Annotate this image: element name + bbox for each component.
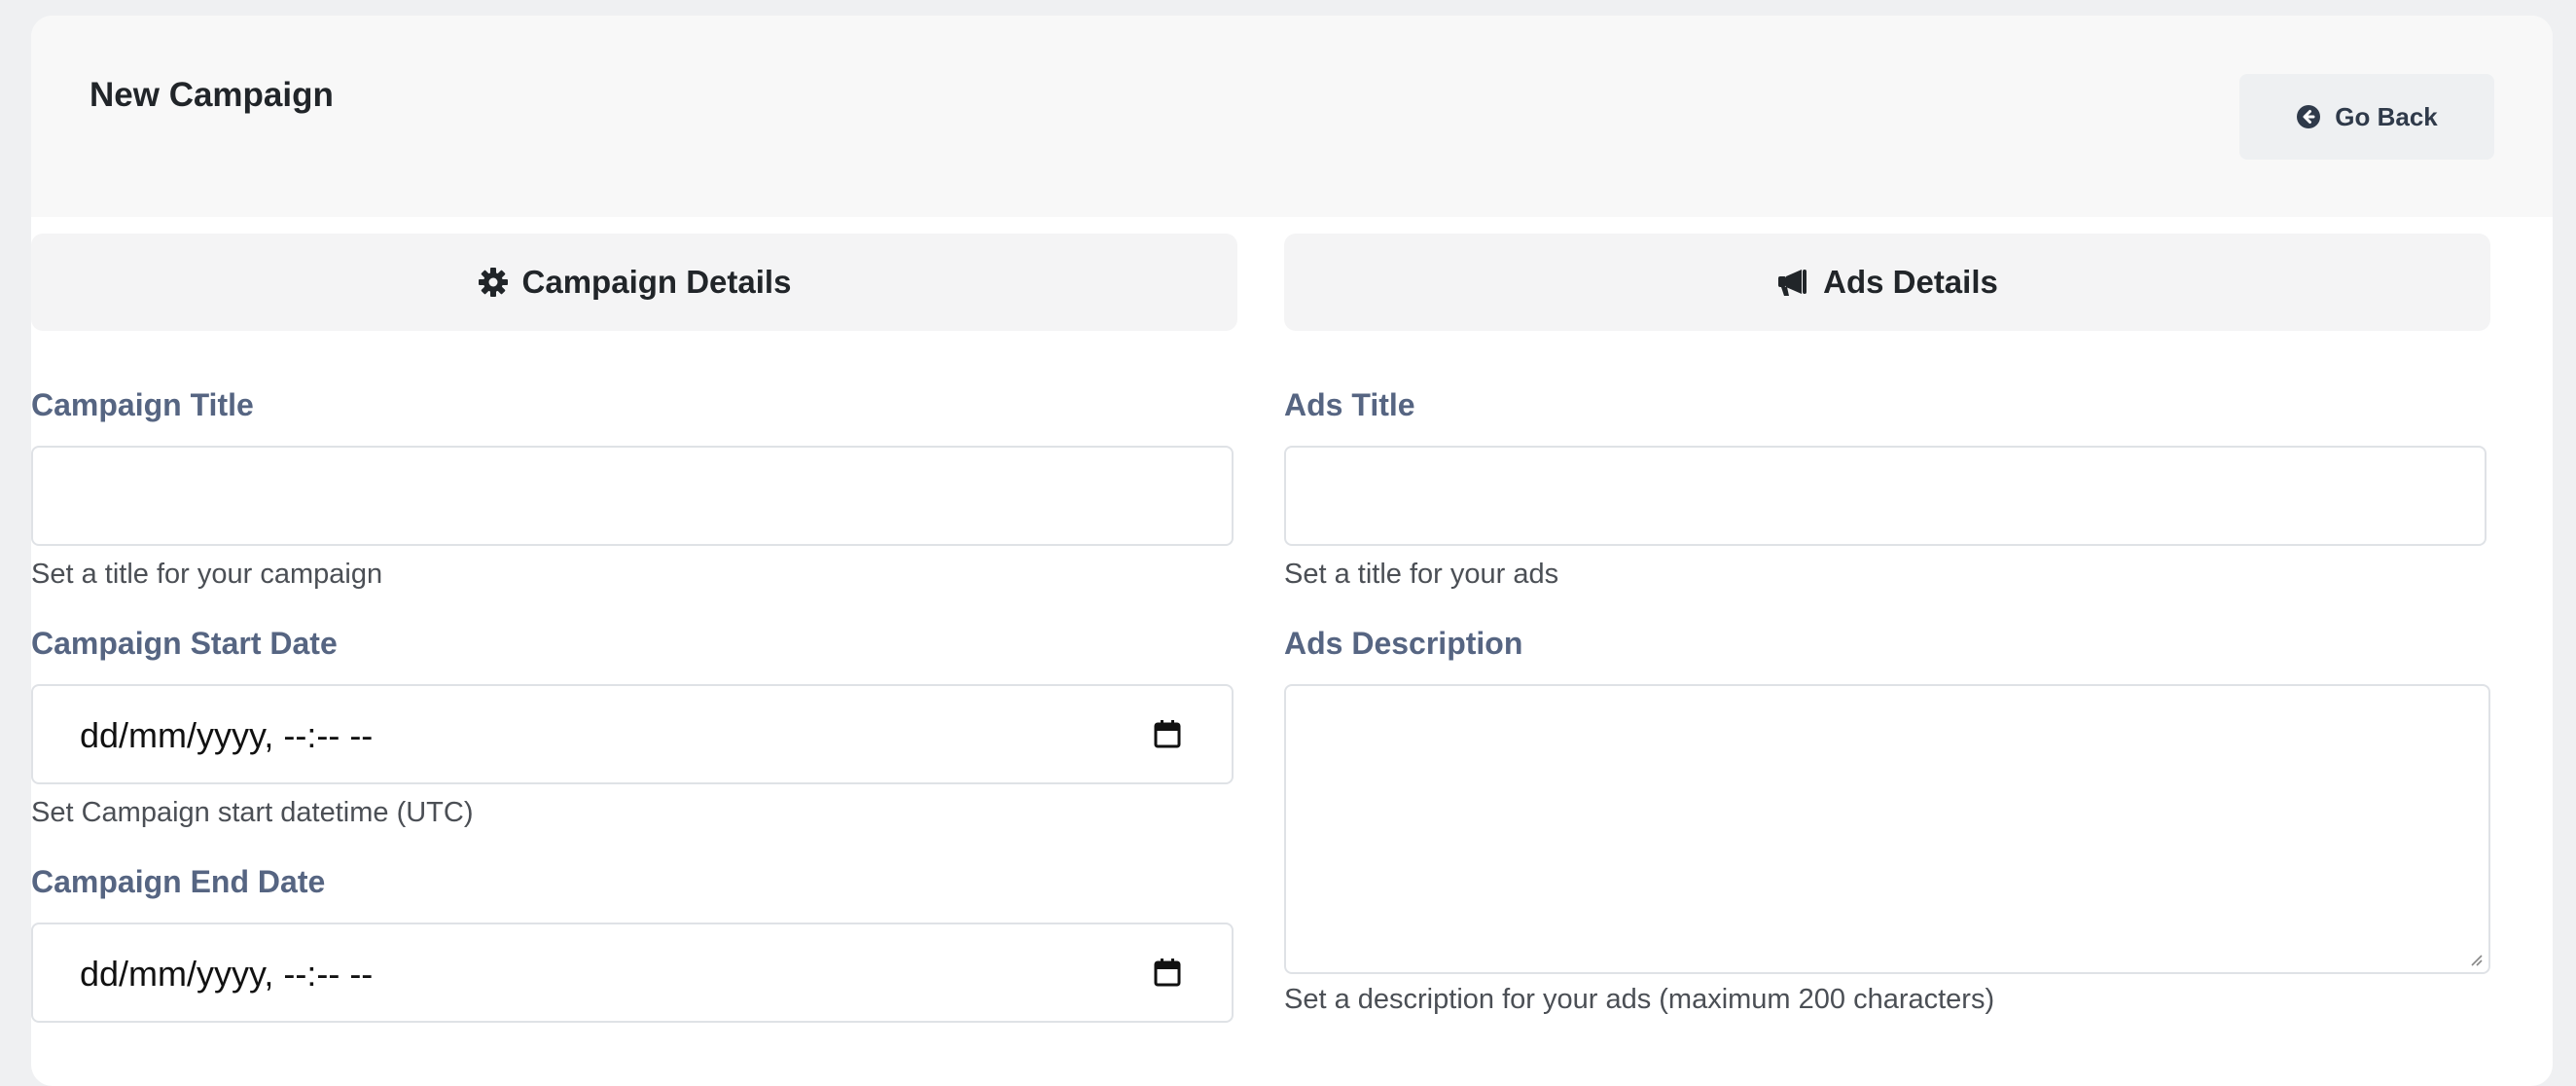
campaign-details-column: Campaign Details Campaign Title Set a ti… (31, 234, 1237, 1023)
campaign-start-date-label: Campaign Start Date (31, 626, 338, 661)
gear-icon (478, 267, 509, 298)
ads-title-input[interactable] (1284, 446, 2487, 546)
ads-description-textarea[interactable] (1284, 684, 2490, 974)
campaign-title-help: Set a title for your campaign (31, 559, 383, 590)
ads-description-label: Ads Description (1284, 626, 1523, 661)
ads-details-header: Ads Details (1284, 234, 2490, 331)
campaign-details-title: Campaign Details (521, 264, 792, 300)
ads-details-column: Ads Details Ads Title Set a title for yo… (1284, 234, 2490, 1015)
campaign-title-input[interactable] (31, 446, 1234, 546)
campaign-end-date-label: Campaign End Date (31, 864, 326, 899)
resize-grip-icon[interactable] (2469, 953, 2483, 966)
campaign-end-date-input[interactable]: dd/mm/yyyy, --:-- -- (31, 923, 1234, 1023)
go-back-label: Go Back (2335, 101, 2438, 131)
campaign-start-date-placeholder: dd/mm/yyyy, --:-- -- (80, 715, 374, 755)
ads-title-label: Ads Title (1284, 387, 1415, 422)
campaign-start-date-input[interactable]: dd/mm/yyyy, --:-- -- (31, 684, 1234, 784)
card-header: New Campaign Go Back (31, 16, 2553, 217)
page-title: New Campaign (89, 76, 334, 114)
campaign-details-header: Campaign Details (31, 234, 1237, 331)
arrow-circle-left-icon (2296, 104, 2321, 129)
campaign-start-date-help: Set Campaign start datetime (UTC) (31, 797, 474, 828)
ads-description-help: Set a description for your ads (maximum … (1284, 984, 1995, 1015)
calendar-icon[interactable] (1154, 719, 1181, 748)
go-back-button[interactable]: Go Back (2239, 74, 2494, 160)
calendar-icon[interactable] (1154, 958, 1181, 987)
megaphone-icon (1776, 267, 1809, 298)
ads-details-title: Ads Details (1823, 264, 1998, 300)
ads-title-help: Set a title for your ads (1284, 559, 1559, 590)
campaign-title-label: Campaign Title (31, 387, 254, 422)
campaign-end-date-placeholder: dd/mm/yyyy, --:-- -- (80, 954, 374, 994)
